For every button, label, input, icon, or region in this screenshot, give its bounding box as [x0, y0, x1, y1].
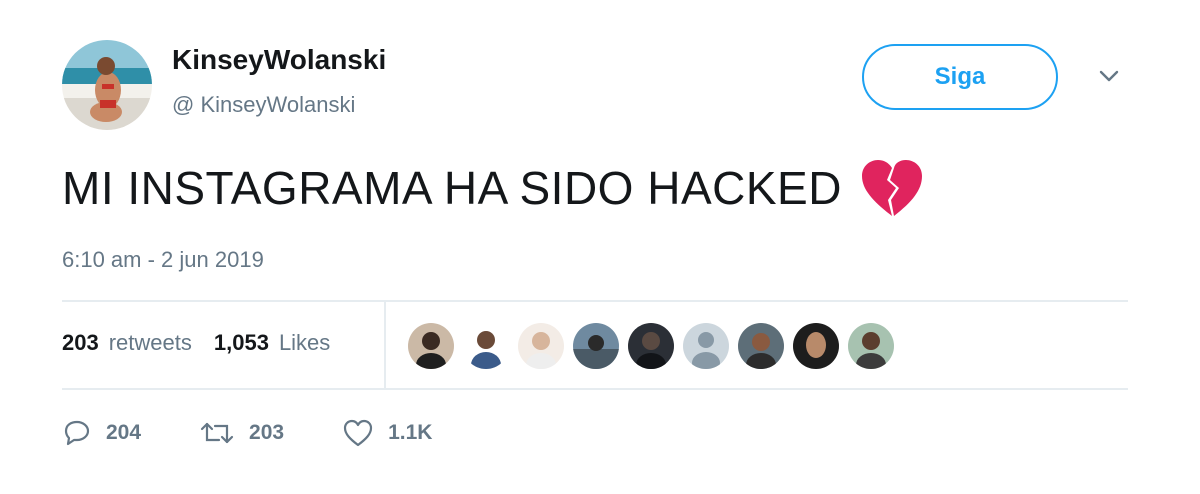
heart-icon — [343, 419, 373, 447]
display-name[interactable]: KinseyWolanski — [172, 44, 386, 76]
reply-count: 204 — [106, 421, 142, 444]
like-count: 1.1K — [388, 421, 433, 444]
liker-avatar[interactable] — [518, 323, 564, 369]
liker-avatar[interactable] — [463, 323, 509, 369]
liker-avatar[interactable] — [408, 323, 454, 369]
profile-avatar[interactable] — [62, 40, 152, 130]
retweet-count: 203 — [249, 421, 285, 444]
liker-avatar[interactable] — [848, 323, 894, 369]
like-button[interactable]: 1.1K — [342, 418, 432, 448]
retweets-label: retweets — [108, 330, 192, 355]
tweet-timestamp[interactable]: 6:10 am - 2 jun 2019 — [62, 247, 264, 273]
tweet-text: MI INSTAGRAMA HA SIDO HACKED — [62, 162, 842, 214]
more-options-caret[interactable] — [1096, 66, 1122, 86]
reply-icon — [64, 420, 90, 446]
chevron-down-icon — [1099, 70, 1119, 82]
likes-stat[interactable]: 1,053 Likes — [214, 330, 330, 356]
retweets-count: 203 — [62, 330, 99, 355]
divider-top — [62, 300, 1128, 302]
liker-avatar-default[interactable] — [683, 323, 729, 369]
retweets-stat[interactable]: 203 retweets — [62, 330, 192, 356]
tweet-card: KinseyWolanski @ KinseyWolanski Siga MI … — [0, 0, 1200, 494]
reply-button[interactable]: 204 — [62, 418, 141, 448]
likes-label: Likes — [278, 330, 331, 355]
retweet-button[interactable]: 203 — [199, 418, 284, 448]
avatar-photo — [62, 40, 152, 130]
retweet-icon — [200, 422, 234, 444]
liker-avatar[interactable] — [793, 323, 839, 369]
divider-bottom — [62, 388, 1128, 390]
liker-avatar[interactable] — [738, 323, 784, 369]
liker-avatars — [408, 323, 903, 371]
liker-avatar[interactable] — [573, 323, 619, 369]
broken-heart-icon — [860, 158, 924, 218]
likes-count: 1,053 — [213, 330, 269, 355]
liker-avatar[interactable] — [628, 323, 674, 369]
tweet-actions: 204 203 1.1K — [62, 418, 432, 448]
stats-separator — [384, 302, 386, 388]
engagement-stats: 203 retweets 1,053 Likes — [62, 330, 330, 356]
follow-button[interactable]: Siga — [862, 44, 1058, 110]
tweet-text-line: MI INSTAGRAMA HA SIDO HACKED — [62, 158, 924, 218]
user-handle[interactable]: @ KinseyWolanski — [172, 92, 355, 118]
